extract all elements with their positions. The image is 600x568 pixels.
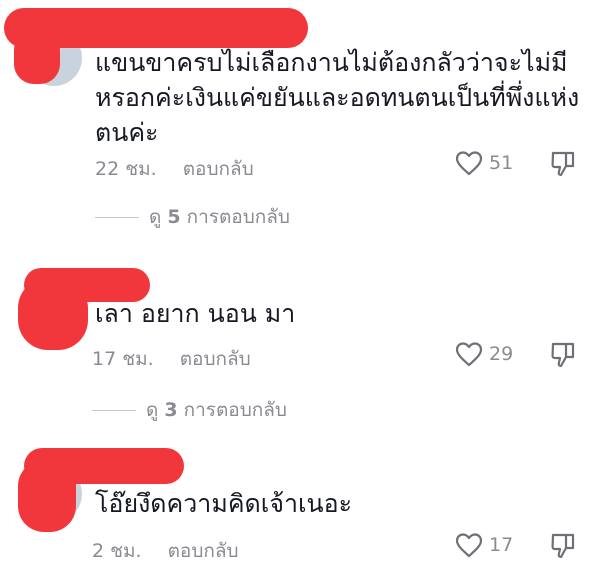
redaction-mark [18, 460, 76, 532]
like-button[interactable]: 17 [455, 532, 513, 558]
heart-icon [455, 533, 483, 558]
thumbs-down-icon [551, 151, 575, 177]
thumbs-down-icon [551, 533, 575, 559]
redaction-mark [18, 278, 88, 350]
view-replies-prefix: ดู [149, 206, 162, 228]
view-replies-count: 3 [164, 399, 178, 421]
reply-button[interactable]: ตอบกลับ [180, 344, 251, 374]
comment-2: เลา อยาก นอน มา 17 ชม. ตอบกลับ 29 ดู 3 ก… [0, 240, 600, 430]
timestamp: 2 ชม. [92, 540, 142, 562]
divider-line [95, 216, 139, 218]
view-replies-suffix: การตอบกลับ [183, 399, 287, 421]
comment-meta: 2 ชม. ตอบกลับ [92, 536, 239, 566]
thumbs-down-icon [551, 342, 575, 368]
comment-text-line: ตนค่ะ [95, 118, 159, 147]
timestamp: 17 ชม. [92, 348, 154, 370]
comment-text-line: เลา อยาก นอน มา [95, 299, 296, 328]
divider-line [92, 409, 136, 411]
view-replies-button[interactable]: ดู 3 การตอบกลับ [92, 395, 287, 425]
dislike-button[interactable] [550, 532, 576, 564]
redaction-mark [14, 30, 60, 84]
view-replies-count: 5 [167, 206, 181, 228]
view-replies-prefix: ดู [146, 399, 159, 421]
heart-icon [455, 342, 483, 367]
comment-3: โอ๊ยงึดความคิดเจ้าเนอะ 2 ชม. ตอบกลับ 17 [0, 430, 600, 568]
like-count: 51 [489, 152, 514, 174]
like-button[interactable]: 51 [455, 150, 513, 176]
comment-text-line: โอ๊ยงึดความคิดเจ้าเนอะ [95, 489, 353, 518]
like-button[interactable]: 29 [455, 341, 513, 367]
heart-icon [455, 151, 483, 176]
comment-meta: 22 ชม. ตอบกลับ [95, 154, 254, 184]
comment-text-line: แขนขาครบไม่เลือกงานไม่ต้องกลัวว่าจะไม่มี [95, 48, 568, 77]
comment-meta: 17 ชม. ตอบกลับ [92, 344, 251, 374]
comment-text-line: หรอกค่ะเงินแค่ขยันและอดทนตนเป็นที่พึ่งแห… [95, 83, 580, 112]
dislike-button[interactable] [550, 341, 576, 373]
comment-1: 4 แขนขาครบไม่เลือกงานไม่ต้องกลัวว่าจะไม่… [0, 0, 600, 240]
view-replies-suffix: การตอบกลับ [186, 206, 290, 228]
reply-button[interactable]: ตอบกลับ [183, 154, 254, 184]
like-count: 29 [489, 343, 514, 365]
timestamp: 22 ชม. [95, 158, 157, 180]
view-replies-button[interactable]: ดู 5 การตอบกลับ [95, 202, 290, 232]
reply-button[interactable]: ตอบกลับ [168, 536, 239, 566]
like-count: 17 [489, 534, 514, 556]
dislike-button[interactable] [550, 150, 576, 182]
